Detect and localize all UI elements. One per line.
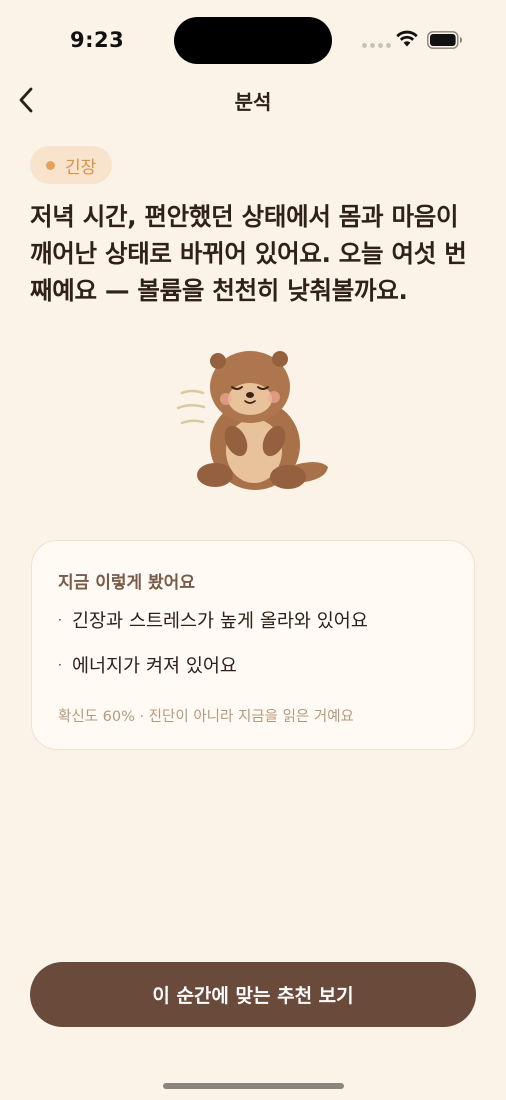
status-time: 9:23 bbox=[70, 28, 125, 52]
wifi-icon bbox=[396, 30, 418, 47]
otter-illustration bbox=[176, 351, 328, 490]
headline-message: 저녁 시간, 편안했던 상태에서 몸과 마음이 깨어난 상태로 바뀌어 있어요.… bbox=[30, 202, 467, 305]
motion-lines-icon bbox=[176, 389, 206, 425]
emotion-chip: 긴장 bbox=[30, 146, 113, 184]
bullet: · bbox=[58, 658, 62, 672]
emotion-label: 긴장 bbox=[65, 157, 97, 178]
battery-icon bbox=[427, 31, 462, 49]
list-item: · 긴장과 스트레스가 높게 올라와 있어요 bbox=[58, 610, 368, 634]
status-bar: 9:23 bbox=[0, 0, 506, 80]
card-title: 지금 이렇게 봤어요 bbox=[58, 573, 195, 593]
home-indicator[interactable] bbox=[163, 1083, 344, 1089]
insight-card: 지금 이렇게 봤어요 · 긴장과 스트레스가 높게 올라와 있어요 · 에너지가… bbox=[31, 540, 475, 750]
status-dot-icon bbox=[46, 160, 55, 170]
page-title: 분석 bbox=[234, 90, 272, 114]
confidence-footnote: 확신도 60% · 진단이 아니라 지금을 읽은 거예요 bbox=[58, 709, 354, 725]
nav-bar: 분석 bbox=[0, 78, 506, 122]
bullet: · bbox=[58, 613, 62, 627]
see-recommendations-button[interactable]: 이 순간에 맞는 추천 보기 bbox=[30, 962, 476, 1027]
list-item: · 에너지가 켜져 있어요 bbox=[58, 655, 237, 679]
insight-text: 에너지가 켜져 있어요 bbox=[72, 656, 237, 677]
insight-text: 긴장과 스트레스가 높게 올라와 있어요 bbox=[72, 611, 368, 632]
dynamic-island bbox=[174, 17, 332, 64]
cellular-signal-icon bbox=[362, 43, 391, 48]
